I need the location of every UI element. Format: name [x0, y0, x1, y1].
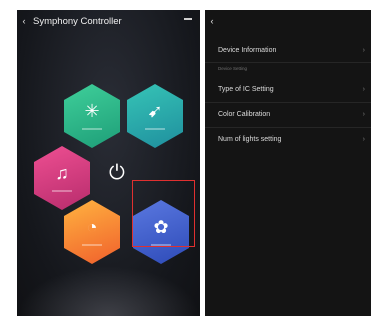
divider	[205, 127, 371, 128]
minus-icon[interactable]	[184, 18, 192, 20]
mode-tile-effects[interactable]: ➹	[127, 84, 183, 148]
tile-label	[145, 128, 165, 130]
mode-tile-sparkle[interactable]: ✳	[64, 84, 120, 148]
back-icon[interactable]: ‹	[17, 16, 31, 26]
row-label: Device Information	[218, 46, 277, 54]
top-bar: ‹ Symphony Controller	[17, 10, 200, 32]
power-icon: ⏻	[109, 162, 125, 184]
sparkle-icon: ✳	[84, 101, 100, 121]
tile-label	[82, 128, 102, 130]
tile-label	[52, 190, 72, 192]
effects-icon: ➹	[147, 101, 163, 121]
power-button[interactable]: ⏻	[109, 163, 125, 183]
device-settings-screen: ‹ Device Information › Device Setting Ty…	[205, 10, 371, 316]
music-icon: ♫	[55, 163, 69, 183]
back-icon[interactable]: ‹	[205, 16, 219, 26]
ic-type-setting-row[interactable]: Type of IC Setting ›	[205, 82, 371, 96]
chevron-right-icon: ›	[362, 85, 365, 93]
bottom-glow	[17, 266, 200, 316]
divider	[205, 62, 371, 63]
num-lights-setting-row[interactable]: Num of lights setting ›	[205, 132, 371, 146]
tile-label	[82, 244, 102, 246]
timer-icon: ◔	[86, 217, 98, 237]
chevron-right-icon: ›	[362, 110, 365, 118]
chevron-right-icon: ›	[362, 135, 365, 143]
mode-tile-timer[interactable]: ◔	[64, 200, 120, 264]
color-calibration-row[interactable]: Color Calibration ›	[205, 107, 371, 121]
device-information-row[interactable]: Device Information ›	[205, 43, 371, 57]
top-bar: ‹	[205, 10, 371, 32]
section-label: Device Setting	[218, 66, 248, 71]
row-label: Num of lights setting	[218, 135, 282, 143]
divider	[205, 102, 371, 103]
chevron-right-icon: ›	[362, 46, 365, 54]
highlight-box	[132, 180, 195, 247]
row-label: Color Calibration	[218, 110, 271, 118]
symphony-controller-screen: ‹ Symphony Controller ✳ ➹ ♫ ⏻ ◔ ✿	[17, 10, 200, 316]
mode-tile-music[interactable]: ♫	[34, 146, 90, 210]
page-title: Symphony Controller	[33, 15, 122, 27]
row-label: Type of IC Setting	[218, 85, 274, 93]
